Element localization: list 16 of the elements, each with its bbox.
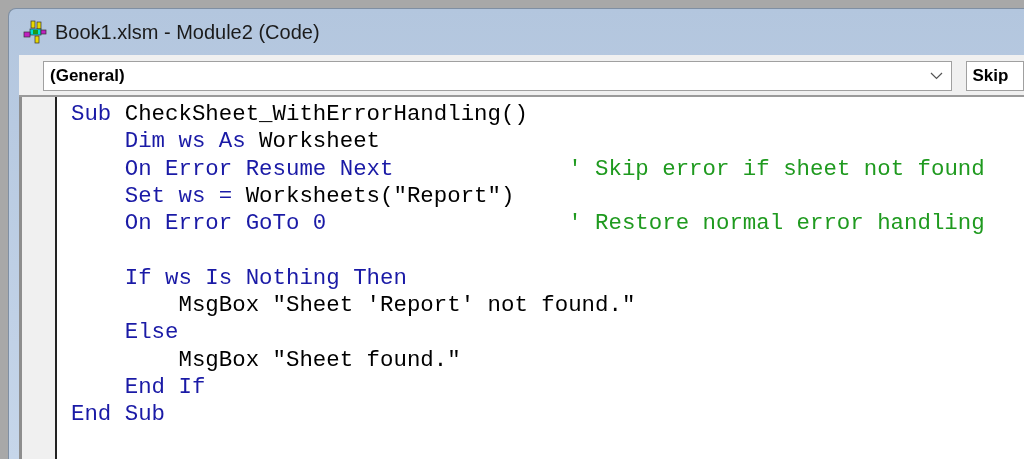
code-line: Sub CheckSheet_WithErrorHandling() bbox=[71, 101, 529, 129]
code-line: On Error Resume Next ' Skip error if sheet not found bbox=[123, 155, 985, 183]
object-dropdown[interactable]: (General) bbox=[43, 61, 952, 91]
code-line: Else bbox=[123, 319, 180, 347]
vba-module-icon bbox=[23, 19, 49, 45]
chevron-down-icon bbox=[929, 72, 943, 80]
code-line: If ws Is Nothing Then bbox=[123, 263, 408, 293]
window-title: Book1.xlsm - Module2 (Code) bbox=[55, 20, 320, 44]
code-line: Dim ws As Worksheet bbox=[123, 128, 382, 156]
code-line: MsgBox "Sheet found." bbox=[177, 346, 462, 374]
code-line: End Sub bbox=[71, 401, 167, 429]
code-line: End If bbox=[123, 373, 207, 402]
code-line: On Error GoTo 0 ' Restore normal error handling bbox=[123, 210, 985, 238]
procedure-dropdown[interactable]: Skip bbox=[965, 61, 1024, 91]
code-line: MsgBox "Sheet 'Report' not found." bbox=[177, 292, 637, 320]
code-line: Set ws = Worksheets("Report") bbox=[123, 182, 516, 211]
